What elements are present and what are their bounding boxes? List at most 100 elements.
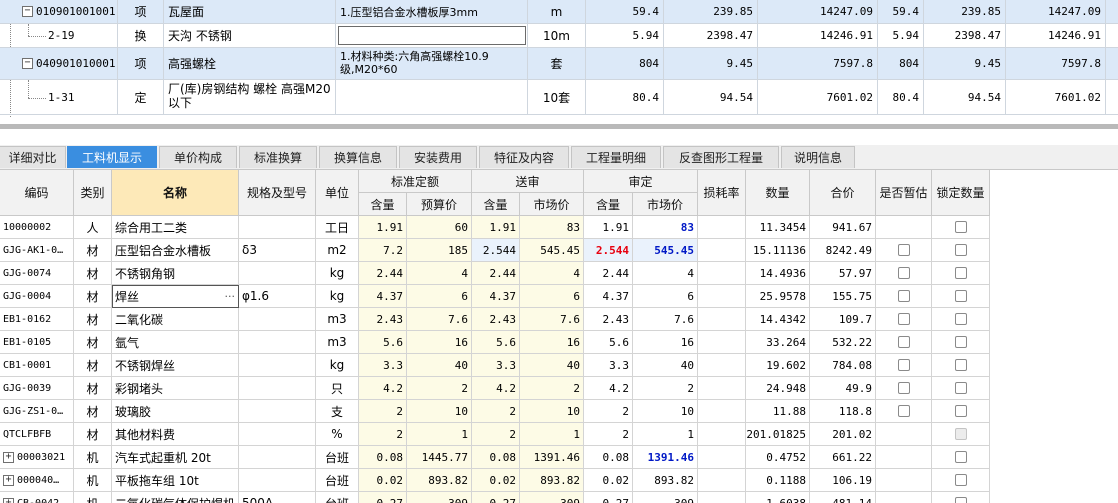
feature-edit-field[interactable] (338, 26, 526, 45)
cell-audited-qty[interactable]: 0.08 (584, 446, 633, 469)
cell-std-qty[interactable]: 2 (359, 423, 407, 446)
cell-audited-price[interactable]: 83 (633, 216, 698, 239)
cell-submitted-qty[interactable]: 2 (472, 400, 520, 423)
cell-std-price[interactable]: 40 (407, 354, 472, 377)
cell-unit[interactable]: m3 (316, 331, 359, 354)
list-item[interactable]: 2-19 换 天沟 不锈钢 10m 5.94 2398.47 14246.91 … (0, 24, 1118, 48)
cell-quantity[interactable]: 25.9578 (746, 285, 810, 308)
cell-code[interactable]: EB1-0162 (0, 308, 74, 331)
is-estimate-checkbox[interactable] (897, 336, 910, 348)
table-row[interactable]: 10000002 人综合用工二类 工日 1.91 60 1.91 83 1.91 83 11.34… (0, 216, 990, 239)
cell-code[interactable]: CB1-0001 (0, 354, 74, 377)
lock-quantity-checkbox[interactable] (954, 474, 967, 486)
cell-code[interactable]: GJG-0004 (0, 285, 74, 308)
cell-std-qty[interactable]: 2.44 (359, 262, 407, 285)
cell-quantity[interactable]: 11.88 (746, 400, 810, 423)
cell-name[interactable]: 汽车式起重机 20t (112, 446, 239, 469)
lock-quantity-checkbox[interactable] (954, 244, 967, 256)
cell-category[interactable]: 材 (74, 377, 112, 400)
cell-submitted-price[interactable]: 893.82 (520, 469, 584, 492)
cell-name[interactable]: 彩钢堵头 (112, 377, 239, 400)
cell-quantity[interactable]: 14.4936 (746, 262, 810, 285)
cell-category[interactable]: 材 (74, 423, 112, 446)
col-header-std-price[interactable]: 预算价 (407, 193, 472, 216)
cell-audited-price[interactable]: 4 (633, 262, 698, 285)
expand-toggle-icon[interactable]: + (3, 474, 14, 486)
cell-audited-price[interactable]: 16 (633, 331, 698, 354)
cell-submitted-qty[interactable]: 2.43 (472, 308, 520, 331)
cell-unit[interactable]: 台班 (316, 492, 359, 503)
tab-features-content[interactable]: 特征及内容 (479, 146, 569, 168)
cell-std-qty[interactable]: 3.3 (359, 354, 407, 377)
cell-submitted-price[interactable]: 4 (520, 262, 584, 285)
col-header-quantity[interactable]: 数量 (746, 170, 810, 216)
col-header-submitted-price[interactable]: 市场价 (520, 193, 584, 216)
cell-quantity[interactable]: 24.948 (746, 377, 810, 400)
cell-std-price[interactable]: 16 (407, 331, 472, 354)
lock-quantity-checkbox[interactable] (954, 405, 967, 417)
cell-quantity[interactable]: 19.602 (746, 354, 810, 377)
cell-std-price[interactable]: 893.82 (407, 469, 472, 492)
cell-std-qty[interactable]: 4.2 (359, 377, 407, 400)
pane-splitter[interactable] (0, 117, 1118, 137)
cell-std-qty[interactable]: 7.2 (359, 239, 407, 262)
cell-code[interactable]: +00003021 (0, 446, 74, 469)
cell-name[interactable]: 焊丝 ··· (112, 285, 239, 308)
cell-total[interactable]: 8242.49 (810, 239, 876, 262)
cell-total[interactable]: 49.9 (810, 377, 876, 400)
cell-category[interactable]: 材 (74, 354, 112, 377)
table-row[interactable]: GJG-0074 材不锈钢角钢 kg 2.44 4 2.44 4 2.44 4 14.4936 57… (0, 262, 990, 285)
cell-audited-price[interactable]: 1 (633, 423, 698, 446)
tab-description[interactable]: 说明信息 (781, 146, 855, 168)
cell-submitted-price[interactable]: 1391.46 (520, 446, 584, 469)
cell-std-price[interactable]: 7.6 (407, 308, 472, 331)
cell-code[interactable]: 10000002 (0, 216, 74, 239)
cell-submitted-qty[interactable]: 1.91 (472, 216, 520, 239)
tab-detail-compare[interactable]: 详细对比 (0, 146, 66, 168)
cell-code[interactable]: GJG-AK1-0… (0, 239, 74, 262)
collapse-toggle-icon[interactable]: − (22, 6, 33, 17)
cell-loss-rate[interactable] (698, 469, 746, 492)
cell-code[interactable]: GJG-ZS1-0… (0, 400, 74, 423)
cell-audited-qty[interactable]: 4.37 (584, 285, 633, 308)
cell-total[interactable]: 57.97 (810, 262, 876, 285)
cell-submitted-price[interactable]: 309 (520, 492, 584, 503)
cell-total[interactable]: 106.19 (810, 469, 876, 492)
cell-std-qty[interactable]: 4.37 (359, 285, 407, 308)
cell-category[interactable]: 材 (74, 331, 112, 354)
table-row[interactable]: QTCLFBFB 材其他材料费% 2 1 2 1 2 1 201.01825 201.02 (0, 423, 990, 446)
cell-std-qty[interactable]: 0.27 (359, 492, 407, 503)
table-row[interactable]: GJG-ZS1-0… 材玻璃胶支 2 10 2 10 2 10 11.88 118.8 (0, 400, 990, 423)
cell-total[interactable]: 661.22 (810, 446, 876, 469)
cell-std-qty[interactable]: 1.91 (359, 216, 407, 239)
cell-std-qty[interactable]: 2.43 (359, 308, 407, 331)
table-row[interactable]: GJG-AK1-0… 材压型铝合金水槽板 δ3 m2 7.2 185 2.544 545.45… (0, 239, 990, 262)
table-row[interactable]: +CB-0042机二氧化碳气体保护焊机500A台班0.273090.273090… (0, 492, 990, 503)
cell-category[interactable]: 机 (74, 469, 112, 492)
cell-audited-qty[interactable]: 0.27 (584, 492, 633, 503)
cell-audited-qty[interactable]: 2.44 (584, 262, 633, 285)
cell-submitted-qty[interactable]: 0.27 (472, 492, 520, 503)
cell-spec[interactable] (239, 354, 316, 377)
cell-spec[interactable]: φ1.6 (239, 285, 316, 308)
tab-quantity-detail[interactable]: 工程量明细 (571, 146, 661, 168)
ellipsis-button-icon[interactable]: ··· (225, 290, 236, 303)
cell-name[interactable]: 氩气 (112, 331, 239, 354)
cell-spec[interactable]: δ3 (239, 239, 316, 262)
cell-code[interactable]: + CB-0042 (0, 492, 74, 503)
cell-quantity[interactable]: 0.4752 (746, 446, 810, 469)
lock-quantity-checkbox[interactable] (954, 313, 967, 325)
list-item[interactable]: −040901010001 项 高强螺栓 1.材料种类:六角高强螺栓10.9级,… (0, 48, 1118, 80)
cell-std-price[interactable]: 185 (407, 239, 472, 262)
cell-submitted-price[interactable]: 6 (520, 285, 584, 308)
cell-audited-price[interactable]: 893.82 (633, 469, 698, 492)
cell-submitted-price[interactable]: 40 (520, 354, 584, 377)
cell-submitted-price[interactable]: 10 (520, 400, 584, 423)
cell-submitted-qty[interactable]: 2 (472, 423, 520, 446)
cell-name[interactable]: 其他材料费 (112, 423, 239, 446)
cell-quantity[interactable]: 1.6038 (746, 492, 810, 503)
cell-quantity[interactable]: 14.4342 (746, 308, 810, 331)
cell-std-price[interactable]: 309 (407, 492, 472, 503)
lock-quantity-checkbox[interactable] (954, 382, 967, 394)
is-estimate-checkbox[interactable] (897, 313, 910, 325)
